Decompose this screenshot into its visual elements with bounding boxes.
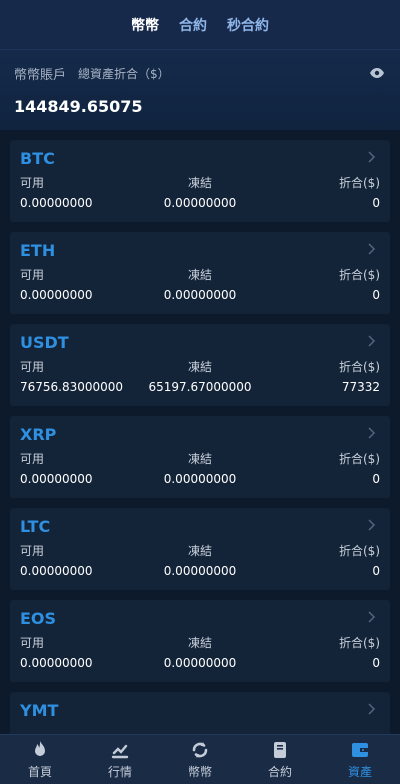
available-label: 可用	[20, 452, 45, 466]
tab-contract[interactable]: 合約	[179, 15, 207, 35]
chevron-right-icon	[368, 151, 376, 163]
nav-assets-label: 資產	[347, 764, 372, 779]
frozen-value: 0.00000000	[163, 564, 237, 578]
available-value: 0.00000000	[20, 288, 93, 302]
converted-value: 0	[372, 288, 380, 302]
frozen-label: 凍結	[187, 176, 212, 190]
asset-card-eos[interactable]: EOS 可用 凍結 折合($) 0.00000000 0.00000000 0	[10, 600, 390, 682]
frozen-value: 0.00000000	[163, 472, 237, 486]
chevron-right-icon	[368, 427, 376, 439]
converted-label: 折合($)	[339, 544, 380, 558]
available-label: 可用	[20, 176, 45, 190]
nav-contract-label: 合約	[267, 764, 292, 779]
converted-label: 折合($)	[339, 452, 380, 466]
available-label: 可用	[20, 268, 45, 282]
asset-name: USDT	[20, 333, 69, 352]
converted-value: 0	[372, 196, 380, 210]
nav-home-label: 首頁	[27, 764, 52, 779]
asset-list: BTC 可用 凍結 折合($) 0.00000000 0.00000000 0 …	[0, 130, 400, 734]
exchange-icon	[192, 741, 208, 758]
nav-market-label: 行情	[107, 764, 132, 779]
converted-label: 折合($)	[339, 176, 380, 190]
chevron-right-icon	[368, 611, 376, 623]
top-tab-bar: 幣幣 合約 秒合約	[0, 0, 400, 50]
frozen-value: 65197.67000000	[148, 380, 252, 394]
account-summary: 幣幣賬戶 總資產折合（$） 144849.65075	[0, 50, 400, 130]
eye-icon[interactable]	[370, 68, 384, 78]
flame-icon	[35, 740, 45, 756]
contract-icon	[274, 741, 286, 758]
asset-card-xrp[interactable]: XRP 可用 凍結 折合($) 0.00000000 0.00000000 0	[10, 416, 390, 498]
asset-name: YMT	[20, 701, 59, 720]
converted-value: 0	[372, 564, 380, 578]
frozen-label: 凍結	[187, 360, 212, 374]
account-label: 幣幣賬戶	[14, 68, 67, 83]
converted-label: 折合($)	[339, 360, 380, 374]
nav-assets[interactable]: 資產	[320, 735, 400, 784]
nav-contract[interactable]: 合約	[240, 735, 320, 784]
nav-spot[interactable]: 幣幣	[160, 735, 240, 784]
available-label: 可用	[20, 636, 45, 650]
summary-header: 幣幣賬戶 總資產折合（$）	[14, 64, 386, 83]
asset-name: EOS	[20, 609, 57, 628]
converted-value: 0	[372, 472, 380, 486]
asset-name: LTC	[20, 517, 51, 536]
total-assets-value: 144849.65075	[14, 97, 143, 116]
wallet-icon	[352, 742, 368, 757]
tab-spot[interactable]: 幣幣	[131, 15, 159, 35]
chevron-right-icon	[368, 519, 376, 531]
available-value: 76756.83000000	[20, 380, 124, 394]
available-value: 0.00000000	[20, 196, 93, 210]
asset-card-usdt[interactable]: USDT 可用 凍結 折合($) 76756.83000000 65197.67…	[10, 324, 390, 406]
converted-label: 折合($)	[339, 268, 380, 282]
asset-card-ymt[interactable]: YMT	[10, 692, 390, 734]
asset-name: XRP	[20, 425, 57, 444]
asset-card-eth[interactable]: ETH 可用 凍結 折合($) 0.00000000 0.00000000 0	[10, 232, 390, 314]
converted-value: 0	[372, 656, 380, 670]
converted-value: 77332	[341, 380, 380, 394]
frozen-label: 凍結	[187, 452, 212, 466]
chevron-right-icon	[368, 703, 376, 715]
asset-card-ltc[interactable]: LTC 可用 凍結 折合($) 0.00000000 0.00000000 0	[10, 508, 390, 590]
frozen-label: 凍結	[187, 544, 212, 558]
frozen-value: 0.00000000	[163, 196, 237, 210]
frozen-value: 0.00000000	[163, 656, 237, 670]
frozen-label: 凍結	[187, 636, 212, 650]
nav-spot-label: 幣幣	[187, 764, 212, 779]
chevron-right-icon	[368, 243, 376, 255]
nav-market[interactable]: 行情	[80, 735, 160, 784]
market-icon	[111, 744, 129, 758]
total-assets-label: 總資產折合（$）	[78, 67, 170, 81]
available-label: 可用	[20, 360, 45, 374]
frozen-label: 凍結	[187, 268, 212, 282]
nav-home[interactable]: 首頁	[0, 735, 80, 784]
available-value: 0.00000000	[20, 564, 93, 578]
asset-name: ETH	[20, 241, 56, 260]
chevron-right-icon	[368, 335, 376, 347]
bottom-nav: 首頁 行情 幣幣 合約 資產	[0, 734, 400, 784]
tab-second-contract[interactable]: 秒合約	[227, 15, 269, 35]
frozen-value: 0.00000000	[163, 288, 237, 302]
converted-label: 折合($)	[339, 636, 380, 650]
available-label: 可用	[20, 544, 45, 558]
available-value: 0.00000000	[20, 656, 93, 670]
asset-card-btc[interactable]: BTC 可用 凍結 折合($) 0.00000000 0.00000000 0	[10, 140, 390, 222]
asset-name: BTC	[20, 149, 55, 168]
available-value: 0.00000000	[20, 472, 93, 486]
